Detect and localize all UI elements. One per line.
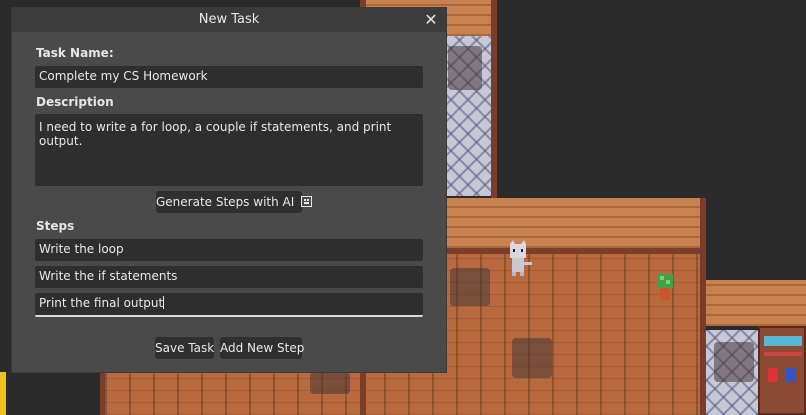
floor-rug — [714, 342, 754, 382]
dialog-title: New Task — [198, 12, 260, 27]
step-input-2[interactable]: Write the if statements — [35, 266, 423, 288]
cat-character-icon — [510, 240, 532, 276]
wall-rim — [491, 0, 497, 200]
generate-steps-label: Generate Steps with AI — [156, 195, 295, 209]
floor-rug — [512, 338, 552, 378]
ai-sparkle-icon — [301, 196, 313, 207]
description-label: Description — [36, 95, 114, 109]
dialog-titlebar: New Task ✕ — [12, 8, 446, 32]
step-input-3-text: Print the final output — [39, 296, 164, 310]
bookshelf-icon — [758, 326, 806, 415]
wall-right — [706, 280, 806, 326]
steps-label: Steps — [36, 219, 75, 233]
new-task-dialog: New Task ✕ Task Name: Complete my CS Hom… — [12, 8, 446, 372]
text-caret — [163, 296, 165, 309]
task-name-input[interactable]: Complete my CS Homework — [35, 66, 423, 88]
add-new-step-button[interactable]: Add New Step — [220, 337, 304, 359]
save-task-button[interactable]: Save Task — [155, 337, 214, 359]
floor-rug — [450, 268, 490, 306]
potted-plant-icon — [657, 274, 673, 300]
edge-item-icon — [0, 372, 6, 415]
wall-rim — [100, 368, 105, 415]
task-name-label: Task Name: — [36, 46, 114, 60]
wall-rim — [444, 248, 700, 254]
step-input-1[interactable]: Write the loop — [35, 239, 423, 261]
description-textarea[interactable]: I need to write a for loop, a couple if … — [35, 114, 423, 186]
floor-rug — [448, 46, 482, 90]
wall-middle — [444, 198, 700, 248]
generate-steps-ai-button[interactable]: Generate Steps with AI — [156, 191, 313, 213]
close-icon[interactable]: ✕ — [422, 10, 440, 30]
step-input-3[interactable]: Print the final output — [35, 293, 423, 317]
floor-rug — [310, 372, 350, 394]
